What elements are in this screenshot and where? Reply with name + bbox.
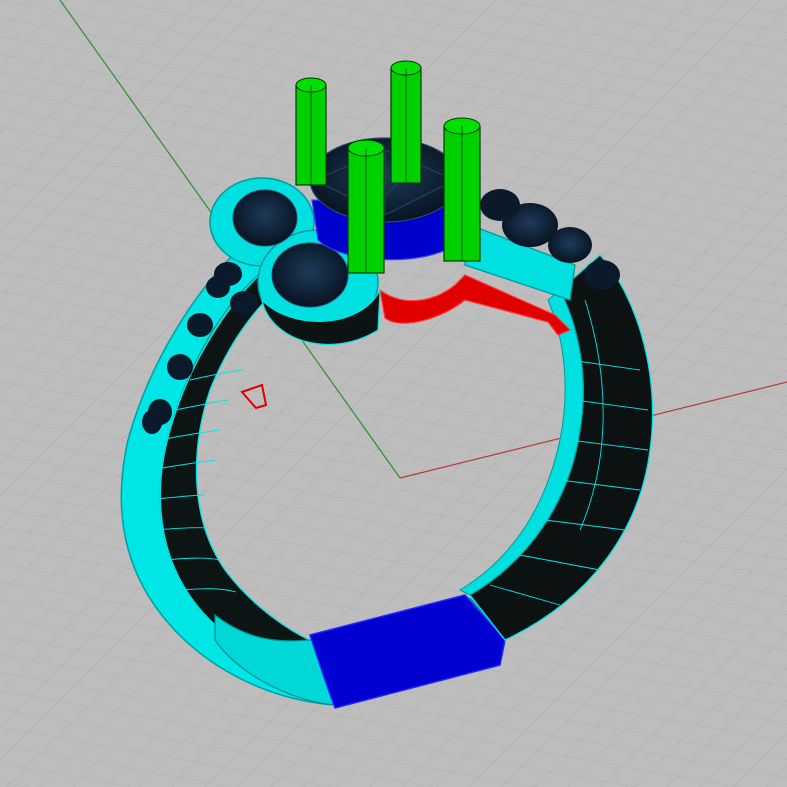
prong-2-icon — [390, 60, 422, 184]
center-head[interactable] — [309, 137, 463, 261]
pave-stone-gem-icon-3 — [206, 276, 230, 298]
perspective-viewport-canvas[interactable] — [0, 0, 787, 787]
right-stone-gem-icon-4 — [480, 189, 520, 221]
prong-1-icon — [295, 77, 327, 186]
prong-3-icon — [347, 139, 385, 274]
viewport-3d[interactable] — [0, 0, 787, 787]
pave-stone-gem-icon-2 — [230, 291, 258, 315]
pave-stone-gem-icon-7 — [142, 410, 162, 434]
side-stone-gem-icon-1 — [232, 189, 298, 247]
side-stone-gem-icon-2 — [271, 242, 349, 308]
pave-stone-gem-icon-5 — [167, 354, 193, 380]
right-stone-gem-icon-3 — [584, 260, 620, 290]
right-stone-gem-icon-2 — [548, 227, 592, 263]
pave-stone-gem-icon-4 — [187, 313, 213, 337]
prong-4-icon — [443, 117, 481, 262]
